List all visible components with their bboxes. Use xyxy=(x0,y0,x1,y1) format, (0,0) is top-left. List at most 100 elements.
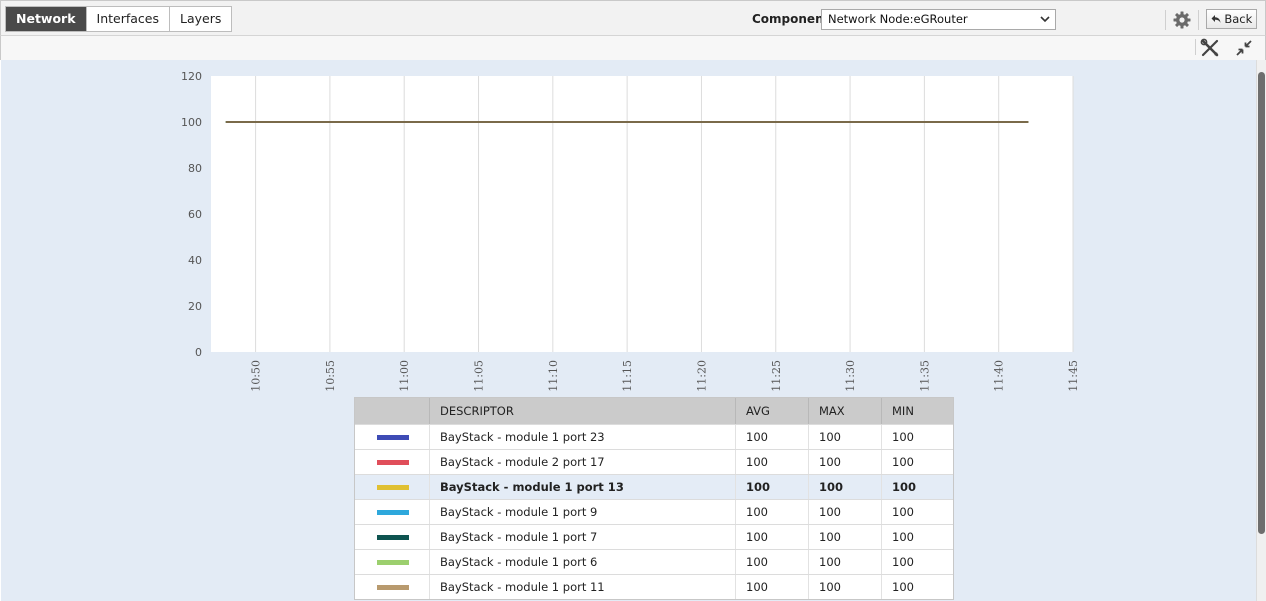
series-color-swatch xyxy=(377,560,409,565)
color-cell xyxy=(355,425,429,449)
color-cell xyxy=(355,500,429,524)
header-color xyxy=(355,398,429,424)
chart-toolbar xyxy=(0,36,1266,60)
line-chart: 10:50 10:55 11:00 11:05 11:10 11:15 11:20 11:25… xyxy=(181,70,1080,392)
x-tick-label: 11:10 xyxy=(547,360,560,392)
x-tick-label: 10:50 xyxy=(250,360,263,392)
table-body: BayStack - module 1 port 23 100 100 100 BayS… xyxy=(355,424,953,599)
series-color-swatch xyxy=(377,510,409,515)
component-label: Component xyxy=(752,12,830,26)
series-color-swatch xyxy=(377,535,409,540)
min-cell: 100 xyxy=(881,450,953,474)
color-cell xyxy=(355,475,429,499)
min-cell: 100 xyxy=(881,525,953,549)
y-tick-label: 40 xyxy=(188,254,202,267)
tools-icon[interactable] xyxy=(1200,38,1220,58)
max-cell: 100 xyxy=(808,525,881,549)
table-header: DESCRIPTOR AVG MAX MIN xyxy=(355,398,953,424)
view-tabs: Network Interfaces Layers xyxy=(5,6,233,32)
color-cell xyxy=(355,450,429,474)
y-tick-label: 120 xyxy=(181,70,202,83)
min-cell: 100 xyxy=(881,500,953,524)
table-row[interactable]: BayStack - module 1 port 7 100 100 100 xyxy=(355,524,953,549)
top-bar: Network Interfaces Layers Component Netw… xyxy=(0,0,1266,36)
series-color-swatch xyxy=(377,585,409,590)
descriptor-cell: BayStack - module 1 port 6 xyxy=(429,550,735,574)
descriptor-cell: BayStack - module 1 port 13 xyxy=(429,475,735,499)
descriptor-cell: BayStack - module 2 port 17 xyxy=(429,450,735,474)
component-select-value: Network Node:eGRouter xyxy=(828,12,968,26)
gear-icon[interactable] xyxy=(1172,10,1192,30)
max-cell: 100 xyxy=(808,575,881,599)
x-tick-label: 11:30 xyxy=(844,360,857,392)
tab-interfaces[interactable]: Interfaces xyxy=(85,7,169,31)
table-row[interactable]: BayStack - module 1 port 6 100 100 100 xyxy=(355,549,953,574)
table-row[interactable]: BayStack - module 1 port 9 100 100 100 xyxy=(355,499,953,524)
avg-cell: 100 xyxy=(735,575,808,599)
min-cell: 100 xyxy=(881,575,953,599)
descriptor-cell: BayStack - module 1 port 9 xyxy=(429,500,735,524)
x-tick-label: 10:55 xyxy=(324,360,337,392)
color-cell xyxy=(355,550,429,574)
divider xyxy=(1165,10,1166,30)
header-avg[interactable]: AVG xyxy=(735,398,808,424)
y-tick-label: 0 xyxy=(195,346,202,359)
x-tick-label: 11:45 xyxy=(1067,360,1080,392)
divider xyxy=(1198,10,1199,30)
table-row[interactable]: BayStack - module 1 port 13 100 100 100 xyxy=(355,474,953,499)
table-row[interactable]: BayStack - module 1 port 11 100 100 100 xyxy=(355,574,953,599)
back-button-label: Back xyxy=(1224,12,1253,26)
plot-area xyxy=(211,76,1073,352)
min-cell: 100 xyxy=(881,425,953,449)
x-tick-label: 11:25 xyxy=(770,360,783,392)
color-cell xyxy=(355,525,429,549)
collapse-icon[interactable] xyxy=(1234,38,1254,58)
tab-layers[interactable]: Layers xyxy=(169,7,231,31)
avg-cell: 100 xyxy=(735,500,808,524)
avg-cell: 100 xyxy=(735,450,808,474)
max-cell: 100 xyxy=(808,425,881,449)
avg-cell: 100 xyxy=(735,525,808,549)
scrollbar-thumb[interactable] xyxy=(1258,72,1265,534)
max-cell: 100 xyxy=(808,500,881,524)
x-tick-label: 11:00 xyxy=(398,360,411,392)
x-tick-label: 11:15 xyxy=(621,360,634,392)
header-max[interactable]: MAX xyxy=(808,398,881,424)
max-cell: 100 xyxy=(808,475,881,499)
main-panel: 10:50 10:55 11:00 11:05 11:10 11:15 11:20 11:25… xyxy=(1,60,1256,601)
vertical-scrollbar[interactable] xyxy=(1256,60,1266,601)
series-color-swatch xyxy=(377,460,409,465)
color-cell xyxy=(355,575,429,599)
series-color-swatch xyxy=(377,485,409,490)
y-tick-label: 80 xyxy=(188,162,202,175)
y-tick-label: 60 xyxy=(188,208,202,221)
x-tick-label: 11:40 xyxy=(993,360,1006,392)
tab-network[interactable]: Network xyxy=(6,7,86,31)
chevron-down-icon xyxy=(1040,10,1050,35)
x-tick-label: 11:05 xyxy=(473,360,486,392)
max-cell: 100 xyxy=(808,550,881,574)
min-cell: 100 xyxy=(881,475,953,499)
table-row[interactable]: BayStack - module 1 port 23 100 100 100 xyxy=(355,424,953,449)
descriptor-cell: BayStack - module 1 port 7 xyxy=(429,525,735,549)
divider xyxy=(1195,39,1196,55)
header-min[interactable]: MIN xyxy=(881,398,953,424)
y-tick-label: 100 xyxy=(181,116,202,129)
component-select[interactable]: Network Node:eGRouter xyxy=(821,9,1056,30)
table-row[interactable]: BayStack - module 2 port 17 100 100 100 xyxy=(355,449,953,474)
descriptor-cell: BayStack - module 1 port 11 xyxy=(429,575,735,599)
back-button[interactable]: Back xyxy=(1206,9,1257,29)
x-tick-label: 11:35 xyxy=(918,360,931,392)
header-descriptor[interactable]: DESCRIPTOR xyxy=(429,398,735,424)
descriptor-cell: BayStack - module 1 port 23 xyxy=(429,425,735,449)
descriptor-table: DESCRIPTOR AVG MAX MIN BayStack - module… xyxy=(354,397,954,600)
avg-cell: 100 xyxy=(735,425,808,449)
avg-cell: 100 xyxy=(735,550,808,574)
max-cell: 100 xyxy=(808,450,881,474)
y-tick-label: 20 xyxy=(188,300,202,313)
series-color-swatch xyxy=(377,435,409,440)
avg-cell: 100 xyxy=(735,475,808,499)
min-cell: 100 xyxy=(881,550,953,574)
back-arrow-icon xyxy=(1211,12,1225,26)
x-tick-label: 11:20 xyxy=(695,360,708,392)
